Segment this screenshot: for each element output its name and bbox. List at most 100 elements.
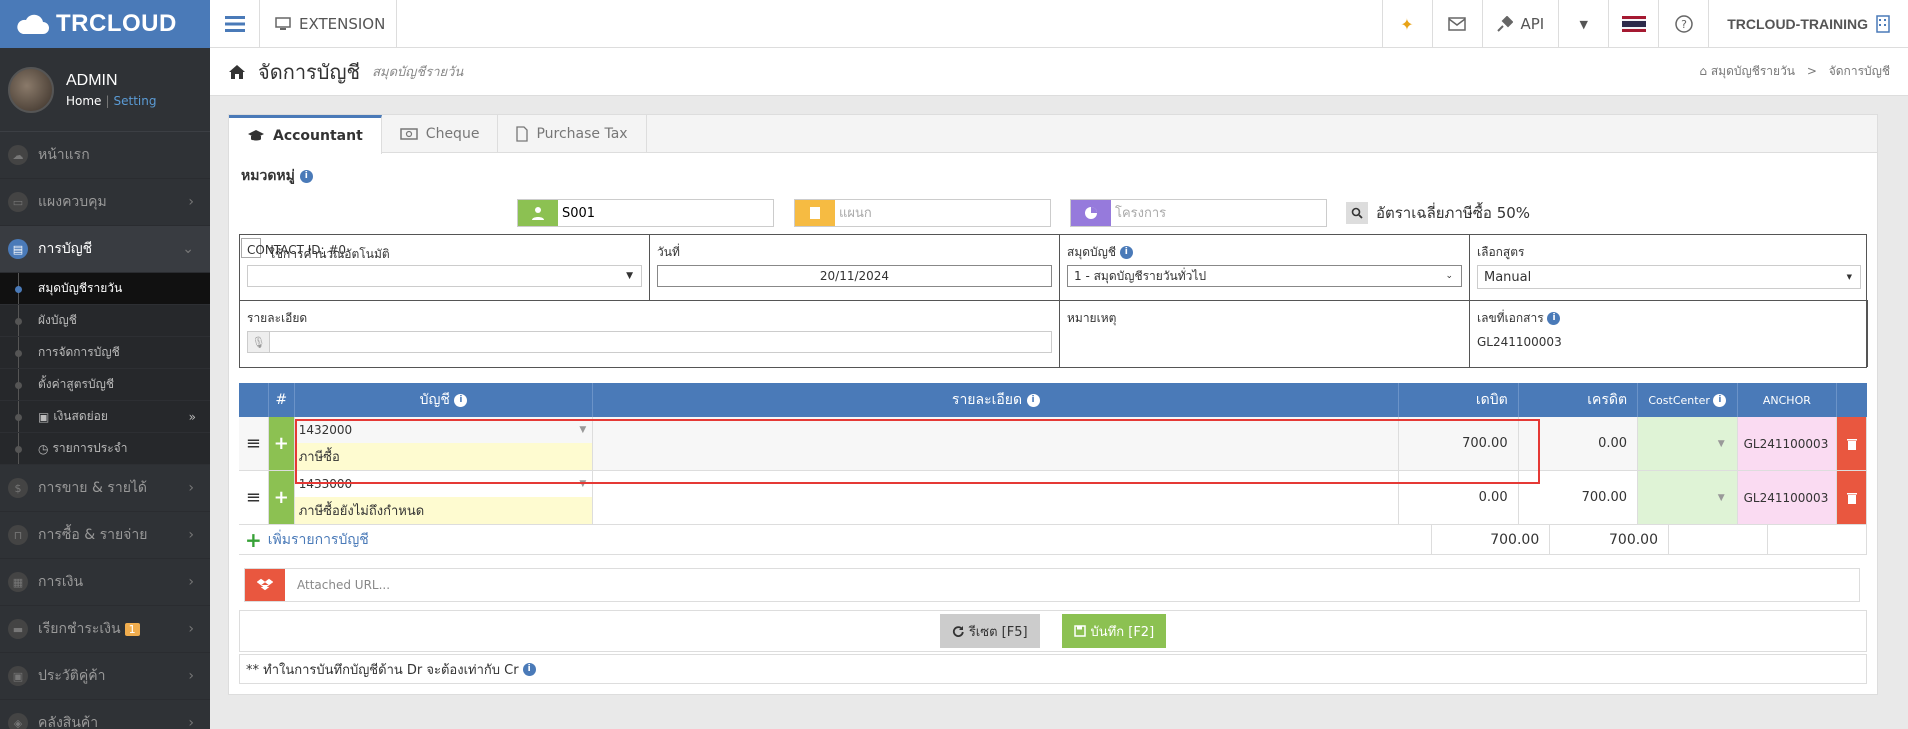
add-row-button[interactable]: + (268, 417, 295, 470)
cost-center-select[interactable]: ▼ (1638, 471, 1738, 524)
book-cell: สมุดบัญชี i 1 - สมุดบัญชีรายวันทั่วไป ⌄ (1060, 235, 1470, 301)
money-icon (400, 128, 418, 140)
drag-handle-icon[interactable]: ≡ (239, 471, 269, 524)
sidebar-item-sales[interactable]: $ การขาย & รายได้ › (0, 465, 210, 512)
add-line-label: เพิ่มรายการบัญชี (267, 531, 369, 548)
cost-center-select[interactable]: ▼ (1638, 417, 1738, 470)
sidebar-item-label: หน้าแรก (38, 147, 90, 163)
save-button[interactable]: บันทึก [F2] (1061, 614, 1167, 648)
chevron-down-icon: ⌄ (1445, 271, 1453, 281)
col-account: บัญชี i (295, 383, 594, 417)
caret-down-icon: ▼ (1846, 273, 1852, 281)
info-icon[interactable]: i (1119, 246, 1133, 259)
sidebar-subitem-formula-settings[interactable]: ตั้งค่าสูตรบัญชี (0, 369, 210, 401)
sidebar-item-billing[interactable]: ▬ เรียกชำระเงิน 1 › (0, 606, 210, 653)
setting-link[interactable]: Setting (113, 94, 156, 108)
docno-label: เลขที่เอกสาร i (1477, 309, 1860, 325)
page-subtitle: สมุดบัญชีรายวัน (372, 65, 464, 80)
top-bar: TRCLOUD EXTENSION ✦ API ▼ ? TRCLOUD-TRAI… (0, 0, 1908, 48)
add-row-button[interactable]: + (268, 471, 295, 524)
tab-accountant[interactable]: Accountant (229, 115, 382, 154)
info-icon[interactable]: i (299, 169, 313, 183)
sidebar-item-label: คลังสินค้า (38, 715, 99, 729)
date-input[interactable]: 20/11/2024 (657, 265, 1052, 287)
docno-label-text: เลขที่เอกสาร (1477, 311, 1544, 325)
sidebar-item-dashboard[interactable]: ▭ แผงควบคุม › (0, 179, 210, 226)
mail-button[interactable] (1431, 0, 1482, 48)
department-input[interactable] (835, 200, 1050, 226)
date-cell: วันที่ 20/11/2024 (650, 235, 1060, 301)
breadcrumb-item[interactable]: สมุดบัญชีรายวัน (1711, 64, 1795, 78)
menu-toggle-button[interactable] (210, 0, 260, 48)
book-select[interactable]: 1 - สมุดบัญชีรายวันทั่วไป ⌄ (1067, 265, 1462, 287)
account-cell[interactable]: 1433000 ▼ ภาษีซื้อยังไม่ถึงกำหนด (294, 471, 594, 524)
search-icon[interactable] (1346, 202, 1368, 224)
info-icon[interactable]: i (1713, 393, 1727, 407)
sidebar-subitem-petty-cash[interactable]: ▣ เงินสดย่อย » (0, 401, 210, 433)
sidebar-item-finance[interactable]: ▦ การเงิน › (0, 559, 210, 606)
api-button[interactable]: API (1481, 0, 1559, 48)
sidebar-subitem-journal[interactable]: สมุดบัญชีรายวัน (0, 273, 210, 305)
language-button[interactable] (1608, 0, 1658, 48)
sidebar-item-inventory[interactable]: ◈ คลังสินค้า › (0, 700, 210, 729)
dropdown-button[interactable]: ▼ (1558, 0, 1608, 48)
drag-handle-icon[interactable]: ≡ (239, 417, 269, 470)
credit-cell[interactable]: 700.00 (1519, 471, 1639, 524)
microphone-icon[interactable]: 🎙 (248, 332, 270, 352)
sidebar-subitem-account-management[interactable]: การจัดการบัญชี (0, 337, 210, 369)
detail-input[interactable]: 🎙 (247, 331, 1052, 353)
info-icon[interactable]: i (454, 393, 468, 407)
formula-select[interactable]: Manual ▼ (1477, 265, 1861, 289)
sidebar-item-home[interactable]: ☁ หน้าแรก (0, 132, 210, 179)
user-menu[interactable]: TRCLOUD-TRAINING (1708, 0, 1908, 48)
detail-cell[interactable] (593, 471, 1400, 524)
attachment-field (244, 568, 1860, 602)
avatar[interactable] (8, 66, 54, 113)
credit-cell[interactable]: 0.00 (1519, 417, 1639, 470)
monitor-icon (275, 17, 291, 30)
detail-label: รายละเอียด (247, 311, 308, 325)
category-label-text: หมวดหมู่ (241, 168, 295, 184)
date-label: วันที่ (657, 245, 680, 259)
attached-url-input[interactable] (285, 569, 1859, 601)
contact-select[interactable]: ▼ (247, 265, 642, 287)
total-debit: 700.00 (1431, 524, 1551, 555)
detail-cell[interactable] (593, 417, 1400, 470)
category-label: หมวดหมู่ i (241, 165, 313, 187)
sidebar-item-accounting[interactable]: ▤ การบัญชี ⌄ (0, 226, 210, 273)
sidebar-item-purchases[interactable]: ⊓ การซื้อ & รายจ่าย › (0, 512, 210, 559)
info-icon[interactable]: i (522, 662, 536, 676)
sidebar-subitem-recurring[interactable]: ◷ รายการประจำ (0, 433, 210, 465)
celebration-button[interactable]: ✦ (1381, 0, 1432, 48)
subitem-label: ตั้งค่าสูตรบัญชี (38, 377, 114, 391)
sidebar-item-partners[interactable]: ▣ ประวัติคู่ค้า › (0, 653, 210, 700)
account-name: ภาษีซื้อยังไม่ถึงกำหนด (294, 496, 593, 524)
journal-lines-table: # บัญชี i รายละเอียด i เดบิต เครดิต Cost… (239, 383, 1868, 555)
account-cell[interactable]: 1432000 ▼ ภาษีซื้อ (294, 417, 594, 470)
reset-button[interactable]: รีเซต [F5] (939, 614, 1040, 648)
sidebar: ADMIN Home | Setting ☁ หน้าแรก ▭ แผงควบคุม › … (0, 48, 210, 729)
tab-purchase-tax[interactable]: Purchase Tax (498, 115, 647, 153)
add-line-link[interactable]: + เพิ่มรายการบัญชี (239, 528, 1431, 552)
subitem-label: การจัดการบัญชี (38, 345, 120, 359)
dropbox-icon[interactable] (245, 569, 285, 601)
contact-card-icon: ▣ (8, 666, 28, 686)
help-button[interactable]: ? (1658, 0, 1708, 48)
tab-cheque[interactable]: Cheque (382, 115, 499, 153)
sidebar-subitem-chart-of-accounts[interactable]: ผังบัญชี (0, 305, 210, 337)
info-icon[interactable]: i (1026, 393, 1040, 407)
building-icon (1876, 15, 1890, 33)
brand-logo[interactable]: TRCLOUD (0, 0, 210, 48)
code-input[interactable] (558, 200, 773, 226)
extension-button[interactable]: EXTENSION (261, 0, 397, 48)
info-icon[interactable]: i (1547, 312, 1561, 325)
debit-cell[interactable]: 700.00 (1399, 417, 1519, 470)
subitem-label: รายการประจำ (52, 441, 128, 455)
floppy-disk-icon (1073, 625, 1086, 637)
debit-cell[interactable]: 0.00 (1399, 471, 1519, 524)
home-link[interactable]: Home (66, 94, 101, 108)
project-input[interactable] (1111, 200, 1326, 226)
delete-row-button[interactable] (1837, 417, 1868, 470)
delete-row-button[interactable] (1837, 471, 1868, 524)
tab-label: Accountant (273, 128, 363, 144)
